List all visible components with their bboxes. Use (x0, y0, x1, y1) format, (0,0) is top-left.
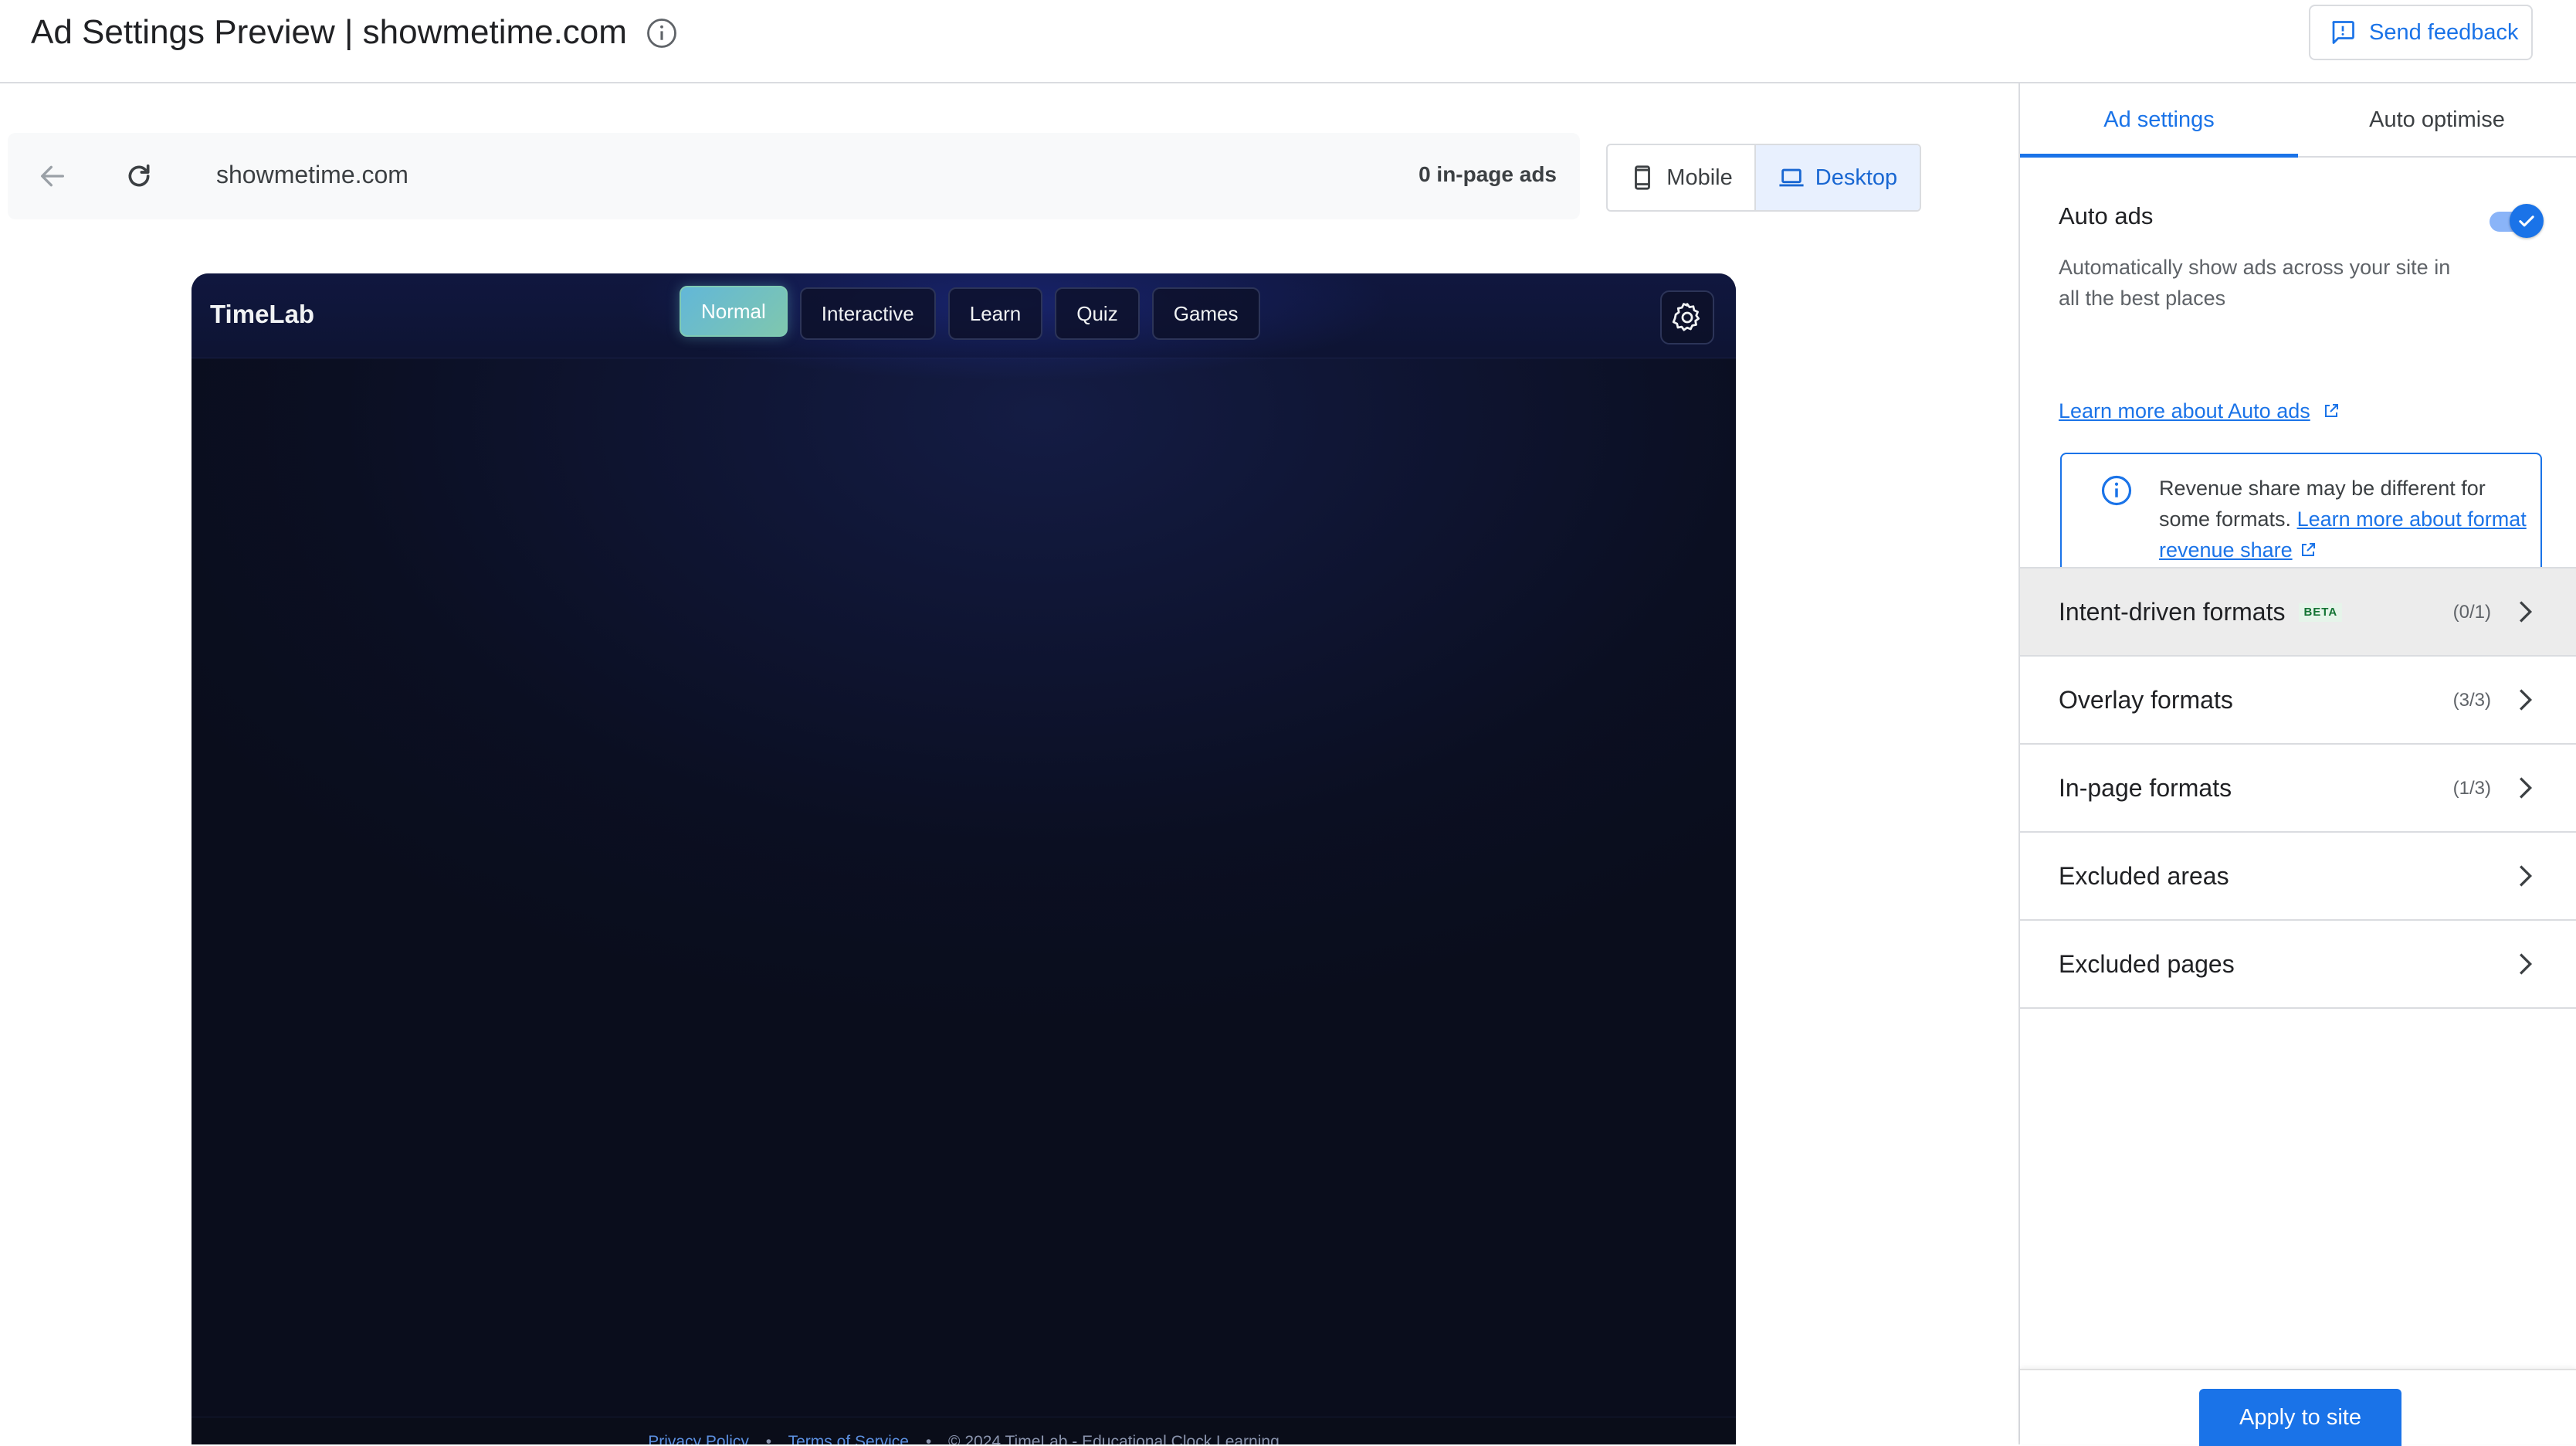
terms-of-service-link[interactable]: Terms of Service (788, 1433, 909, 1444)
site-logo[interactable]: TimeLab (210, 300, 314, 329)
page-title: Ad Settings Preview | showmetime.com (31, 13, 627, 51)
open-in-new-icon (2325, 404, 2339, 417)
device-toggle: Mobile Desktop (1606, 144, 1921, 212)
preview-address-bar: showmetime.com 0 in-page ads (8, 133, 1580, 219)
check-icon (2519, 216, 2534, 227)
site-preview-frame: TimeLab Normal Interactive Learn Quiz Ga… (192, 273, 1736, 1444)
chevron-right-icon (2519, 601, 2533, 623)
format-row-intent-driven[interactable]: Intent-driven formats BETA (0/1) (2020, 569, 2576, 657)
top-bar: Ad Settings Preview | showmetime.com Sen… (0, 0, 2576, 83)
ad-settings-panel: Ad settings Auto optimise Auto ads Autom… (2018, 83, 2576, 1446)
refresh-icon (128, 164, 150, 187)
send-feedback-button[interactable]: Send feedback (2309, 5, 2533, 60)
format-row-in-page[interactable]: In-page formats (1/3) (2020, 745, 2576, 833)
format-list: Intent-driven formats BETA (0/1) Overlay … (2020, 567, 2576, 1009)
feedback-icon (2332, 21, 2354, 44)
site-tab-games[interactable]: Games (1151, 287, 1260, 340)
chevron-right-icon (2519, 953, 2533, 975)
format-name: Excluded pages (2059, 950, 2235, 978)
learn-more-auto-ads-link[interactable]: Learn more about Auto ads (2059, 399, 2310, 423)
format-name: In-page formats (2059, 774, 2232, 802)
arrow-back-icon (41, 165, 65, 187)
format-count: (0/1) (2452, 602, 2491, 623)
gear-icon (1672, 303, 1700, 331)
beta-badge: BETA (2299, 603, 2343, 622)
info-icon (2101, 475, 2132, 506)
site-tabs: Normal Interactive Learn Quiz Games (680, 286, 1260, 340)
auto-ads-learn-more: Learn more about Auto ads (2059, 395, 2340, 426)
auto-ads-description: Automatically show ads across your site … (2059, 256, 2451, 310)
format-count: (3/3) (2452, 690, 2491, 711)
site-tab-learn[interactable]: Learn (947, 287, 1043, 340)
tab-auto-optimise[interactable]: Auto optimise (2298, 83, 2576, 156)
reload-button[interactable] (117, 154, 161, 198)
format-name: Overlay formats (2059, 686, 2233, 714)
format-row-excluded-pages[interactable]: Excluded pages (2020, 921, 2576, 1009)
chevron-right-icon (2519, 689, 2533, 711)
in-page-ads-count: 0 in-page ads (1418, 162, 1557, 186)
send-feedback-label: Send feedback (2369, 19, 2519, 45)
site-tab-interactive[interactable]: Interactive (799, 287, 936, 340)
smartphone-icon (1635, 165, 1651, 190)
revenue-share-text: Revenue share may be different for some … (2159, 477, 2527, 562)
preview-url: showmetime.com (216, 161, 408, 188)
laptop-icon (1779, 168, 1804, 187)
chevron-right-icon (2519, 865, 2533, 887)
format-row-excluded-areas[interactable]: Excluded areas (2020, 833, 2576, 921)
format-name: Intent-driven formats (2059, 598, 2286, 626)
auto-ads-title: Auto ads (2059, 202, 2154, 229)
site-navbar: TimeLab Normal Interactive Learn Quiz Ga… (192, 273, 1736, 382)
site-tab-normal[interactable]: Normal (680, 286, 788, 337)
apply-to-site-button[interactable]: Apply to site (2199, 1389, 2401, 1446)
open-in-new-icon (2301, 543, 2315, 556)
panel-tabs: Ad settings Auto optimise (2020, 83, 2576, 158)
auto-ads-toggle[interactable] (2486, 204, 2544, 238)
format-name: Excluded areas (2059, 862, 2229, 890)
mobile-label: Mobile (1666, 165, 1733, 190)
chevron-right-icon (2519, 777, 2533, 799)
panel-footer: Apply to site (2020, 1369, 2576, 1446)
site-footer: Privacy Policy • Terms of Service • © 20… (192, 1417, 1736, 1444)
site-tab-quiz[interactable]: Quiz (1055, 287, 1140, 340)
desktop-button[interactable]: Desktop (1756, 145, 1920, 210)
tab-ad-settings[interactable]: Ad settings (2020, 83, 2298, 158)
desktop-label: Desktop (1815, 165, 1898, 190)
format-row-overlay[interactable]: Overlay formats (3/3) (2020, 657, 2576, 745)
back-button[interactable] (31, 154, 74, 198)
info-circle-icon[interactable] (646, 17, 678, 49)
mobile-button[interactable]: Mobile (1608, 145, 1756, 210)
format-count: (1/3) (2452, 778, 2491, 799)
copyright-text: © 2024 TimeLab - Educational Clock Learn… (948, 1433, 1280, 1444)
site-settings-button[interactable] (1660, 290, 1714, 345)
privacy-policy-link[interactable]: Privacy Policy (648, 1433, 749, 1444)
